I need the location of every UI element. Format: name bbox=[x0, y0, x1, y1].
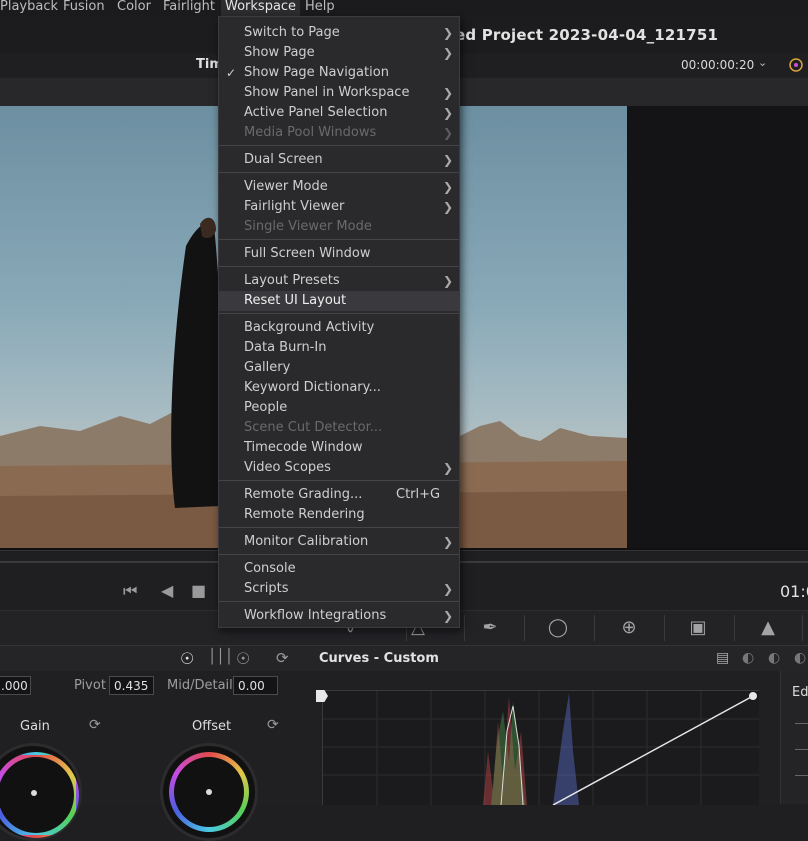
contrast-field[interactable]: .000 bbox=[0, 676, 31, 695]
chevron-right-icon: ❯ bbox=[443, 86, 454, 100]
menu-item-remote-grading[interactable]: Remote Grading... Ctrl+G bbox=[219, 485, 459, 505]
play-reverse-icon[interactable]: ◀ bbox=[161, 581, 173, 600]
menu-item-gallery[interactable]: Gallery bbox=[219, 358, 459, 378]
chevron-right-icon: ❯ bbox=[443, 200, 454, 214]
pivot-field[interactable]: 0.435 bbox=[109, 676, 154, 695]
project-title: ed Project 2023-04-04_121751 bbox=[455, 26, 719, 44]
menu-fairlight[interactable]: Fairlight bbox=[163, 0, 215, 16]
menu-item-reset-ui-layout[interactable]: Reset UI Layout bbox=[219, 291, 459, 311]
menu-item-people[interactable]: People bbox=[219, 398, 459, 418]
tracker-icon[interactable]: ⊕ bbox=[615, 616, 643, 640]
magic-mask-icon[interactable]: ▣ bbox=[684, 616, 712, 640]
menu-item-viewer-mode[interactable]: Viewer Mode ❯ bbox=[219, 177, 459, 197]
menu-item-data-burn-in[interactable]: Data Burn-In bbox=[219, 338, 459, 358]
record-timecode: 01:0 bbox=[780, 582, 808, 601]
menu-item-layout-presets[interactable]: Layout Presets ❯ bbox=[219, 271, 459, 291]
gain-wheel[interactable] bbox=[0, 743, 82, 841]
primaries-wheels-icon[interactable]: ☉ bbox=[180, 649, 194, 668]
menu-item-workflow-integrations[interactable]: Workflow Integrations ❯ bbox=[219, 606, 459, 626]
curve-graph-icon[interactable]: ▤ bbox=[716, 650, 729, 666]
chevron-right-icon: ❯ bbox=[443, 609, 454, 623]
menu-item-scene-cut-detector: Scene Cut Detector... bbox=[244, 420, 383, 435]
chevron-right-icon: ❯ bbox=[443, 106, 454, 120]
chevron-right-icon: ❯ bbox=[443, 26, 454, 40]
curves-title: Curves - Custom bbox=[319, 651, 439, 666]
menu-help[interactable]: Help bbox=[305, 0, 335, 16]
menu-item-scripts[interactable]: Scripts ❯ bbox=[219, 579, 459, 599]
shortcut-label: Ctrl+G bbox=[396, 487, 441, 502]
offset-wheel[interactable] bbox=[160, 743, 258, 841]
menu-item-show-page-navigation[interactable]: ✓ Show Page Navigation bbox=[219, 63, 459, 83]
chevron-right-icon: ❯ bbox=[443, 126, 454, 140]
effects-icon[interactable] bbox=[786, 55, 806, 75]
middetail-label: Mid/Detail bbox=[167, 678, 233, 693]
viewer-timecode[interactable]: 00:00:00:20 bbox=[681, 58, 754, 72]
reset-icon[interactable]: ⟳ bbox=[276, 649, 289, 667]
lum-sat-curve-icon[interactable]: ◐ bbox=[794, 650, 806, 666]
chevron-right-icon: ❯ bbox=[443, 46, 454, 60]
offset-label: Offset bbox=[192, 719, 232, 734]
window-tool-icon[interactable]: ◯ bbox=[544, 616, 572, 640]
blur-tool-icon[interactable]: ▲ bbox=[754, 616, 782, 640]
curves-graph[interactable] bbox=[322, 690, 759, 806]
menu-item-show-panel-in-workspace[interactable]: Show Panel in Workspace ❯ bbox=[219, 83, 459, 103]
menu-item-dual-screen[interactable]: Dual Screen ❯ bbox=[219, 150, 459, 170]
pivot-label: Pivot bbox=[74, 678, 106, 693]
chevron-right-icon: ❯ bbox=[443, 153, 454, 167]
menu-item-active-panel-selection[interactable]: Active Panel Selection ❯ bbox=[219, 103, 459, 123]
menu-item-fairlight-viewer[interactable]: Fairlight Viewer ❯ bbox=[219, 197, 459, 217]
menu-item-background-activity[interactable]: Background Activity bbox=[219, 318, 459, 338]
menu-item-monitor-calibration[interactable]: Monitor Calibration ❯ bbox=[219, 532, 459, 552]
chevron-right-icon: ❯ bbox=[443, 461, 454, 475]
qualifier-eyedropper-icon[interactable]: ✒ bbox=[476, 616, 504, 640]
log-wheels-icon[interactable]: ☉ bbox=[236, 649, 250, 668]
menu-item-media-pool-windows: Media Pool Windows ❯ bbox=[219, 123, 459, 143]
chevron-right-icon: ❯ bbox=[443, 535, 454, 549]
menu-item-single-viewer-mode: Single Viewer Mode bbox=[244, 219, 372, 234]
viewer-side-area bbox=[627, 106, 808, 548]
menu-item-show-page[interactable]: Show Page ❯ bbox=[219, 43, 459, 63]
color-panel-header: ☉ │││ ☉ ⟳ Curves - Custom ▤ ◐ ◐ ◐ bbox=[0, 645, 808, 672]
menu-item-switch-to-page[interactable]: Switch to Page ❯ bbox=[219, 23, 459, 43]
workspace-menu: Switch to Page ❯ Show Page ❯ ✓ Show Page Na… bbox=[218, 16, 460, 628]
menu-bar: Playback Fusion Color Fairlight Workspac… bbox=[0, 0, 808, 16]
menu-workspace[interactable]: Workspace bbox=[221, 0, 301, 16]
chevron-right-icon: ❯ bbox=[443, 180, 454, 194]
side-panel-label: Ed bbox=[792, 685, 808, 700]
menu-color[interactable]: Color bbox=[117, 0, 151, 16]
checkmark-icon: ✓ bbox=[226, 66, 237, 80]
middetail-field[interactable]: 0.00 bbox=[233, 676, 278, 695]
chevron-down-icon[interactable]: ⌄ bbox=[758, 56, 767, 69]
hue-sat-curve-icon[interactable]: ◐ bbox=[768, 650, 780, 666]
menu-item-timecode-window[interactable]: Timecode Window bbox=[219, 438, 459, 458]
stop-icon[interactable]: ■ bbox=[191, 581, 206, 600]
edit-side-panel: Ed bbox=[780, 671, 808, 804]
menu-item-full-screen-window[interactable]: Full Screen Window bbox=[219, 244, 459, 264]
menu-item-video-scopes[interactable]: Video Scopes ❯ bbox=[219, 458, 459, 478]
gain-reset-icon[interactable]: ⟳ bbox=[89, 717, 101, 733]
menu-playback[interactable]: Playback bbox=[0, 0, 58, 16]
gain-label: Gain bbox=[20, 719, 50, 734]
menu-item-console[interactable]: Console bbox=[219, 559, 459, 579]
menu-item-keyword-dictionary[interactable]: Keyword Dictionary... bbox=[219, 378, 459, 398]
hue-curve-icon[interactable]: ◐ bbox=[742, 650, 754, 666]
offset-reset-icon[interactable]: ⟳ bbox=[267, 717, 279, 733]
menu-item-remote-rendering[interactable]: Remote Rendering bbox=[219, 505, 459, 525]
skip-to-start-icon[interactable]: ⏮ bbox=[123, 581, 137, 601]
menu-fusion[interactable]: Fusion bbox=[63, 0, 105, 16]
chevron-right-icon: ❯ bbox=[443, 582, 454, 596]
chevron-right-icon: ❯ bbox=[443, 274, 454, 288]
primaries-bars-icon[interactable]: │││ bbox=[208, 649, 233, 665]
